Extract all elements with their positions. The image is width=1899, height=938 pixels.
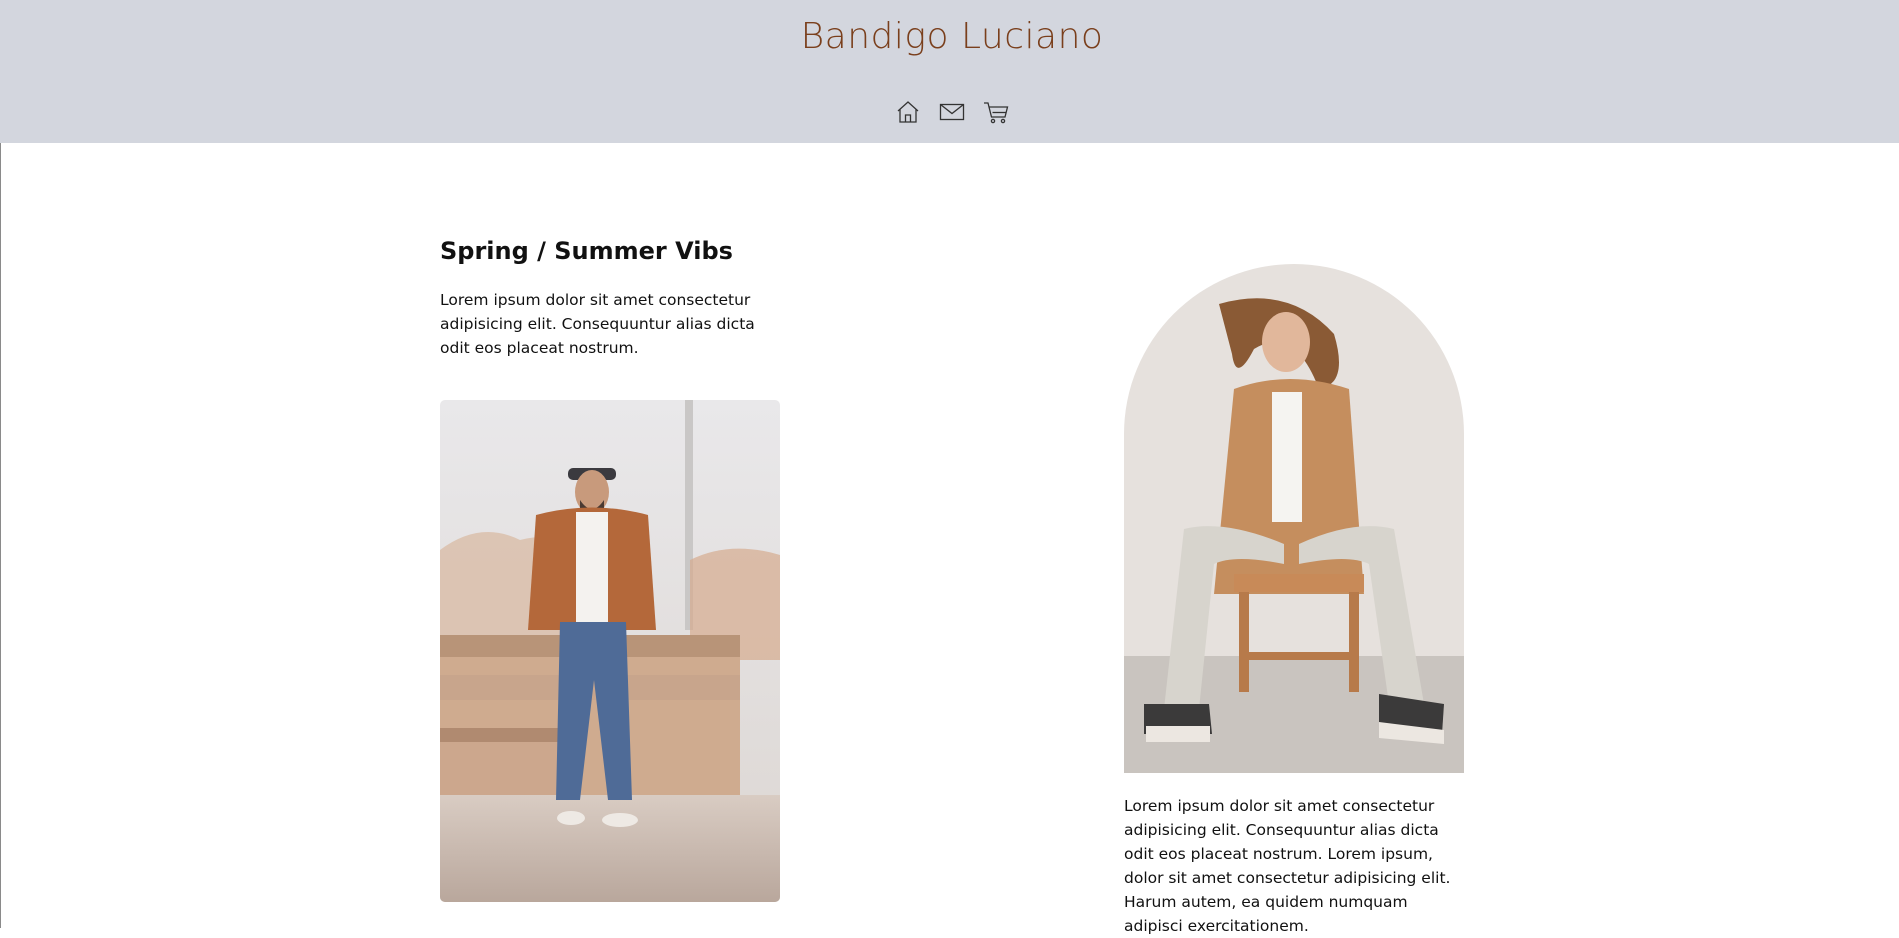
cart-icon (984, 102, 1009, 124)
mail-icon (939, 103, 965, 121)
section-intro: Lorem ipsum dolor sit amet consectetur a… (440, 291, 755, 357)
section-title: Spring / Summer Vibs (440, 237, 733, 265)
nav-cart-link[interactable] (982, 98, 1010, 126)
brand-title: Bandigo Luciano (800, 16, 1104, 57)
home-icon (897, 101, 919, 123)
model-seated-photo (1124, 264, 1464, 773)
main-nav (894, 98, 1010, 126)
model-standing-photo (440, 400, 780, 902)
site-header: Bandigo Luciano (0, 0, 1899, 143)
nav-home-link[interactable] (894, 98, 922, 126)
section-description: Lorem ipsum dolor sit amet consectetur a… (1124, 797, 1451, 935)
nav-mail-link[interactable] (938, 98, 966, 126)
